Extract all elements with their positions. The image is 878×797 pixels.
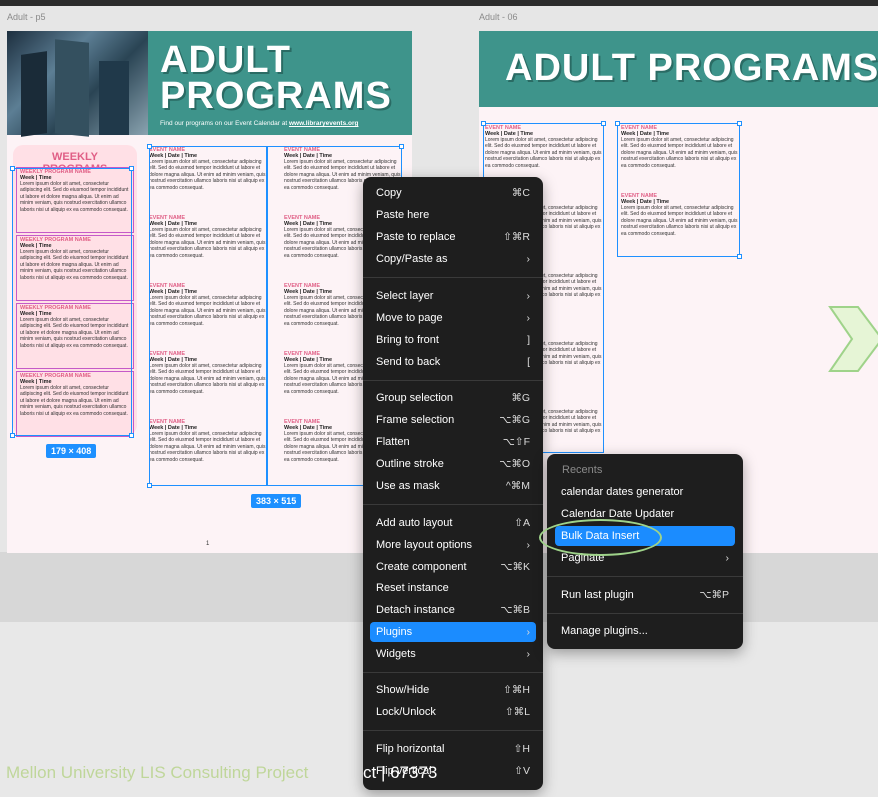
plugin-calendar-dates-generator[interactable]: calendar dates generator bbox=[555, 482, 735, 502]
menu-item-widgets[interactable]: Widgets › bbox=[370, 644, 536, 664]
context-menu: Copy ⌘C Paste here Paste to replace ⇧⌘R Co… bbox=[363, 177, 543, 790]
menu-item-plugins[interactable]: Plugins › bbox=[370, 622, 536, 642]
watermark-text: Mellon University LIS Consulting Project bbox=[6, 763, 309, 782]
highlight-annotation-ring bbox=[539, 519, 662, 556]
menu-divider bbox=[547, 576, 743, 577]
dimension-badge: 179 × 408 bbox=[46, 444, 97, 458]
resize-handle[interactable] bbox=[10, 433, 15, 438]
menu-item-send-to-back[interactable]: Send to back[ bbox=[370, 352, 536, 372]
menu-item-use-as-mask[interactable]: Use as mask ^⌘M bbox=[370, 476, 536, 496]
menu-item-add-auto-layout[interactable]: Add auto layout ⇧A bbox=[370, 513, 536, 533]
menu-item-more-layout-options[interactable]: More layout options › bbox=[370, 535, 536, 555]
menu-item-copy[interactable]: Copy ⌘C bbox=[370, 183, 536, 203]
menu-divider bbox=[363, 380, 543, 381]
menu-item-flip-horizontal[interactable]: Flip horizontal ⇧H bbox=[370, 739, 536, 759]
column-divider-guide bbox=[266, 146, 268, 486]
recents-header: Recents bbox=[562, 464, 603, 476]
menu-item-lock-unlock[interactable]: Lock/Unlock ⇧⌘L bbox=[370, 702, 536, 722]
page-title: ADULT PROGRAMS bbox=[160, 39, 392, 117]
resize-handle[interactable] bbox=[399, 144, 404, 149]
menu-item-frame-selection[interactable]: Frame selection ⌥⌘G bbox=[370, 410, 536, 430]
menu-item-run-last-plugin[interactable]: Run last plugin ⌥⌘P bbox=[555, 585, 735, 605]
menu-divider bbox=[363, 730, 543, 731]
resize-handle[interactable] bbox=[481, 121, 486, 126]
resize-handle[interactable] bbox=[147, 483, 152, 488]
top-toolbar-strip bbox=[0, 0, 878, 6]
selection-box-weekly[interactable] bbox=[12, 168, 132, 436]
building-photo bbox=[7, 31, 148, 137]
menu-item-select-layer[interactable]: Select layer › bbox=[370, 286, 536, 306]
chevron-right-icon bbox=[828, 306, 878, 372]
resize-handle[interactable] bbox=[737, 254, 742, 259]
menu-divider bbox=[547, 613, 743, 614]
page-number: 1 bbox=[206, 541, 210, 547]
menu-divider bbox=[363, 504, 543, 505]
menu-item-group-selection[interactable]: Group selection ⌘G bbox=[370, 388, 536, 408]
menu-divider bbox=[363, 672, 543, 673]
menu-item-copy-paste-as[interactable]: Copy/Paste as › bbox=[370, 249, 536, 269]
frame-label-right[interactable]: Adult - 06 bbox=[479, 12, 518, 22]
resize-handle[interactable] bbox=[10, 166, 15, 171]
menu-item-bring-to-front[interactable]: Bring to front] bbox=[370, 330, 536, 350]
page-subtitle: Find our programs on our Event Calendar … bbox=[160, 120, 359, 127]
menu-item-create-component[interactable]: Create component ⌥⌘K bbox=[370, 557, 536, 577]
menu-item-outline-stroke[interactable]: Outline stroke ⌥⌘O bbox=[370, 454, 536, 474]
resize-handle[interactable] bbox=[147, 144, 152, 149]
menu-divider bbox=[363, 277, 543, 278]
selection-box-events[interactable] bbox=[617, 123, 740, 257]
page-title: ADULT PROGRAMS bbox=[505, 47, 878, 89]
resize-handle[interactable] bbox=[737, 121, 742, 126]
frame-label-left[interactable]: Adult - p5 bbox=[7, 12, 46, 22]
menu-item-flatten[interactable]: Flatten ⌥⇧F bbox=[370, 432, 536, 452]
menu-item-paste-to-replace[interactable]: Paste to replace ⇧⌘R bbox=[370, 227, 536, 247]
resize-handle[interactable] bbox=[129, 433, 134, 438]
menu-item-move-to-page[interactable]: Move to page › bbox=[370, 308, 536, 328]
menu-item-manage-plugins[interactable]: Manage plugins... bbox=[555, 621, 735, 641]
menu-item-show-hide[interactable]: Show/Hide ⇧⌘H bbox=[370, 680, 536, 700]
resize-handle[interactable] bbox=[601, 121, 606, 126]
menu-item-reset-instance[interactable]: Reset instance bbox=[370, 578, 536, 598]
dimension-badge: 383 × 515 bbox=[251, 494, 302, 508]
menu-item-paste-here[interactable]: Paste here bbox=[370, 205, 536, 225]
caption-overlay: ct | 67373 bbox=[363, 763, 438, 782]
resize-handle[interactable] bbox=[615, 121, 620, 126]
resize-handle[interactable] bbox=[129, 166, 134, 171]
menu-item-detach-instance[interactable]: Detach instance ⌥⌘B bbox=[370, 600, 536, 620]
events-link[interactable]: www.libraryevents.org bbox=[289, 120, 358, 127]
